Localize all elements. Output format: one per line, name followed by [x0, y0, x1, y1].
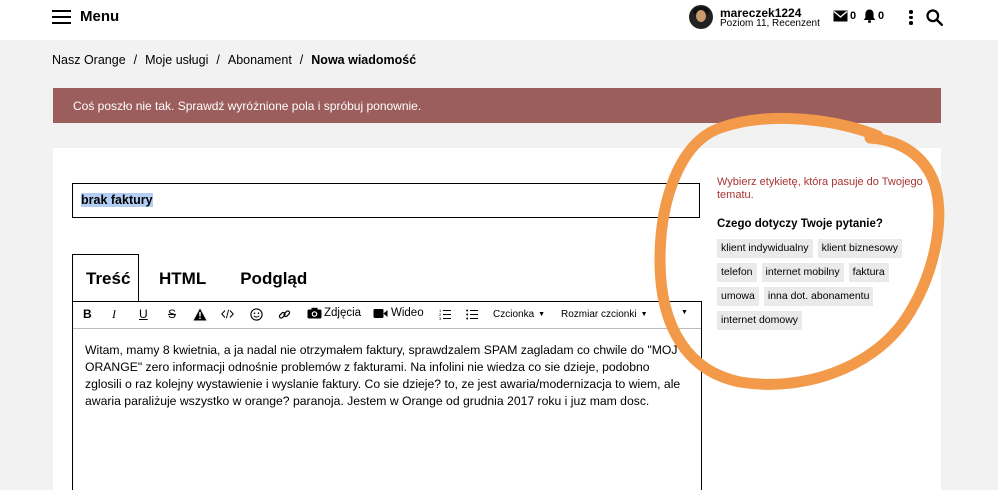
breadcrumb-item-nasz-orange[interactable]: Nasz Orange — [52, 53, 126, 67]
tab-content[interactable]: Treść — [72, 254, 139, 302]
code-icon — [221, 309, 234, 319]
code-button[interactable] — [221, 309, 234, 319]
avatar[interactable] — [689, 5, 713, 29]
numbered-list-button[interactable]: 1 2 3 — [439, 308, 451, 320]
subject-input[interactable]: brak faktury — [72, 183, 700, 218]
strikethrough-button[interactable]: S — [168, 307, 176, 321]
menu-label: Menu — [80, 8, 120, 25]
emoji-button[interactable] — [250, 308, 263, 321]
editor-toolbar: B I U S Zdjęcia Wideo 1 2 3 Czcionka ▼ R… — [73, 302, 701, 329]
label-question: Czego dotyczy Twoje pytanie? — [717, 218, 883, 230]
label-tags: klient indywidualny klient biznesowy tel… — [717, 239, 917, 330]
video-button[interactable]: Wideo — [373, 307, 424, 319]
breadcrumb-item-moje-uslugi[interactable]: Moje usługi — [145, 53, 208, 67]
breadcrumb-separator: / — [299, 53, 304, 67]
user-level: Poziom 11, Recenzent — [720, 18, 820, 29]
italic-button[interactable]: I — [112, 307, 116, 322]
more-options-icon[interactable] — [909, 10, 913, 25]
tag-inna-dot-abonamentu[interactable]: inna dot. abonamentu — [763, 287, 874, 306]
link-button[interactable] — [278, 308, 291, 321]
warning-icon — [193, 308, 207, 321]
breadcrumb-separator: / — [133, 53, 138, 67]
breadcrumb-item-abonament[interactable]: Abonament — [228, 53, 292, 67]
svg-text:3: 3 — [439, 316, 442, 320]
message-body-textarea[interactable]: Witam, mamy 8 kwietnia, a ja nadal nie o… — [73, 329, 701, 410]
tag-internet-domowy[interactable]: internet domowy — [717, 311, 803, 330]
tag-klient-indywidualny[interactable]: klient indywidualny — [717, 239, 813, 258]
breadcrumb: Nasz Orange / Moje usługi / Abonament / … — [52, 53, 416, 67]
messages-button[interactable]: 0 — [833, 10, 856, 22]
notifications-button[interactable]: 0 — [863, 9, 884, 23]
bold-button[interactable]: B — [83, 307, 92, 321]
tag-internet-mobilny[interactable]: internet mobilny — [761, 263, 844, 282]
video-camera-icon — [373, 308, 388, 318]
label-hint: Wybierz etykietę, która pasuje do Twojeg… — [717, 176, 923, 201]
message-editor: B I U S Zdjęcia Wideo 1 2 3 Czcionka ▼ R… — [72, 301, 702, 490]
smiley-icon — [250, 308, 263, 321]
tag-telefon[interactable]: telefon — [717, 263, 757, 282]
tab-preview[interactable]: Podgląd — [240, 254, 307, 302]
breadcrumb-current: Nowa wiadomość — [311, 53, 417, 67]
top-bar: Menu mareczek1224 Poziom 11, Recenzent 0… — [0, 0, 998, 40]
link-icon — [278, 310, 291, 319]
font-size-dropdown-label: Rozmiar czcionki — [561, 309, 637, 320]
search-icon[interactable] — [926, 9, 943, 26]
envelope-icon — [833, 10, 848, 22]
numbered-list-icon: 1 2 3 — [439, 308, 451, 320]
video-label: Wideo — [391, 307, 424, 319]
tab-html[interactable]: HTML — [159, 254, 206, 302]
error-banner: Coś poszło nie tak. Sprawdź wyróżnione p… — [53, 88, 941, 123]
photos-button[interactable]: Zdjęcia — [307, 307, 361, 319]
breadcrumb-separator: / — [216, 53, 220, 67]
messages-count: 0 — [850, 10, 857, 22]
spoiler-button[interactable] — [193, 308, 207, 321]
more-toolbar-dropdown[interactable]: ▼ — [677, 309, 688, 316]
font-dropdown-label: Czcionka — [493, 309, 535, 320]
font-dropdown[interactable]: Czcionka ▼ — [493, 309, 545, 320]
chevron-down-icon: ▼ — [640, 311, 648, 318]
font-size-dropdown[interactable]: Rozmiar czcionki ▼ — [561, 309, 648, 320]
hamburger-icon — [52, 9, 71, 24]
label-sidebar: Wybierz etykietę, która pasuje do Twojeg… — [717, 176, 927, 330]
bullet-list-icon — [466, 309, 478, 320]
chevron-down-icon: ▼ — [538, 311, 546, 318]
subject-value: brak faktury — [81, 193, 153, 207]
tag-faktura[interactable]: faktura — [848, 263, 889, 282]
menu-button[interactable]: Menu — [52, 8, 119, 25]
underline-button[interactable]: U — [139, 307, 148, 321]
chevron-down-icon: ▼ — [681, 309, 688, 316]
photos-label: Zdjęcia — [324, 307, 362, 319]
bullet-list-button[interactable] — [466, 308, 478, 320]
bell-icon — [863, 9, 876, 23]
tag-klient-biznesowy[interactable]: klient biznesowy — [817, 239, 903, 258]
camera-icon — [307, 307, 322, 319]
notifications-count: 0 — [878, 10, 885, 22]
editor-tabs: Treść HTML Podgląd — [72, 254, 307, 302]
tag-umowa[interactable]: umowa — [717, 287, 759, 306]
